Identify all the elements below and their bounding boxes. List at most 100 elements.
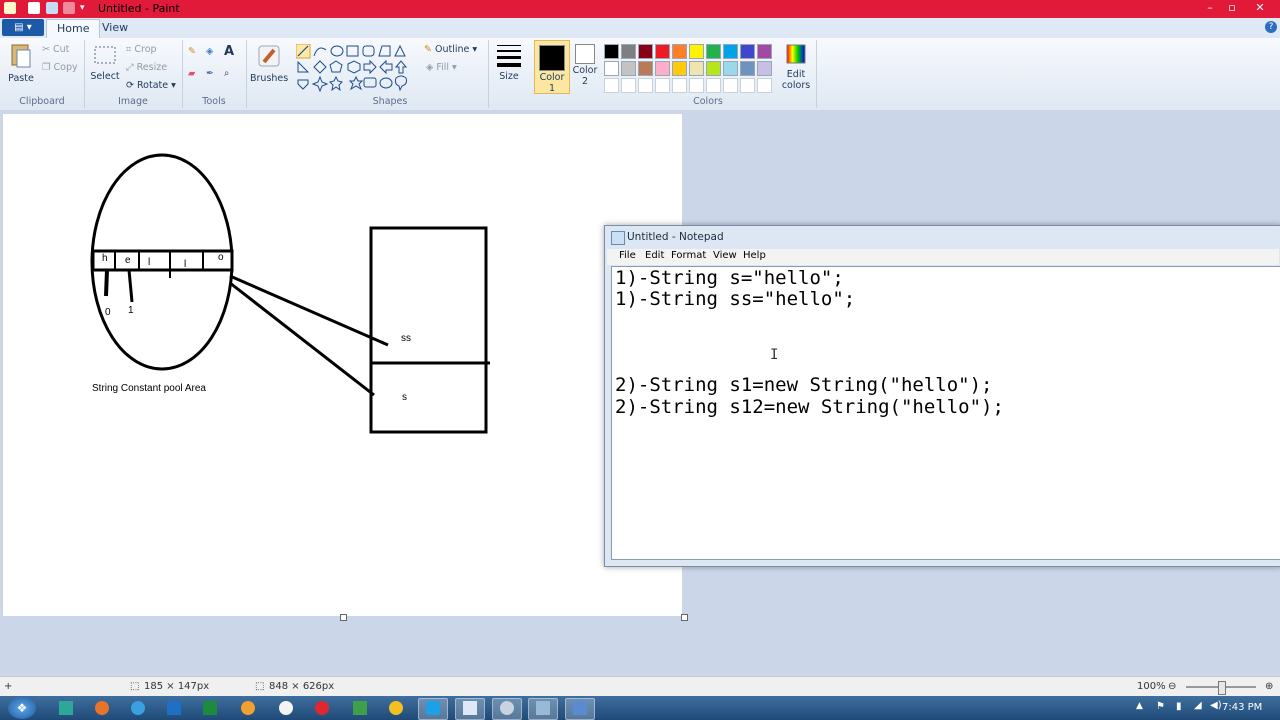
minimize-icon[interactable]: – [1200, 1, 1220, 15]
shapes-gallery[interactable] [296, 44, 416, 92]
app-circle-icon[interactable] [279, 701, 293, 715]
outlook-icon[interactable] [167, 701, 181, 715]
tray-expand-icon[interactable]: ▲ [1136, 701, 1143, 711]
color-swatch[interactable] [740, 61, 755, 76]
paint-app-icon[interactable] [4, 2, 16, 14]
color1-button[interactable]: Color 1 [534, 40, 570, 94]
color-swatch[interactable] [672, 44, 687, 59]
brushes-button[interactable]: Brushes [250, 42, 288, 84]
canvas-resize-handle-corner[interactable] [681, 614, 688, 621]
cut-button[interactable]: ✂ Cut [42, 44, 69, 55]
color-swatch[interactable] [621, 61, 636, 76]
tray-flag-icon[interactable]: ⚑ [1156, 701, 1165, 712]
start-button[interactable]: ❖ [8, 697, 36, 719]
taskbar-app-3-icon[interactable] [536, 701, 550, 715]
chevron-down-icon[interactable]: ▾ [80, 3, 92, 15]
canvas-resize-handle-bottom[interactable] [340, 614, 347, 621]
color-swatch[interactable] [638, 44, 653, 59]
zoom-in-icon[interactable]: ⊕ [1265, 681, 1273, 692]
close-icon[interactable]: ✕ [1250, 1, 1270, 15]
ribbon-tabs: ▤ ▾ Home View ? [0, 18, 1280, 39]
color2-number: 2 [581, 76, 589, 87]
tab-view[interactable]: View [92, 19, 138, 37]
help-icon[interactable]: ? [1265, 21, 1277, 33]
color-swatch[interactable] [757, 44, 772, 59]
custom-color-slot[interactable] [706, 78, 721, 93]
menu-edit[interactable]: Edit [645, 250, 664, 261]
paint-taskbar-icon[interactable] [573, 701, 587, 715]
menu-view[interactable]: View [713, 250, 737, 261]
firefox-icon[interactable] [95, 701, 109, 715]
drawing-canvas[interactable]: h e l l o 0 1 String Constant pool Area … [3, 114, 682, 616]
color-swatch[interactable] [723, 61, 738, 76]
edit-colors-button[interactable]: Edit colors [778, 42, 814, 91]
zoom-slider-track[interactable] [1186, 681, 1256, 695]
color-swatch[interactable] [655, 44, 670, 59]
outline-dropdown[interactable]: ✎ Outline ▾ [424, 44, 477, 55]
copy-button[interactable]: ❐ Copy [42, 62, 78, 73]
taskbar-app-2-icon[interactable] [353, 701, 367, 715]
color-picker-icon[interactable]: ✒ [206, 68, 214, 79]
size-button[interactable]: Size [492, 42, 526, 82]
custom-color-slot[interactable] [621, 78, 636, 93]
color-swatch[interactable] [604, 61, 619, 76]
volume-icon[interactable]: ◀) [1210, 700, 1222, 711]
magnifier-icon[interactable]: ⌕ [224, 68, 229, 79]
save-icon[interactable] [28, 2, 40, 14]
excel-icon[interactable] [203, 701, 217, 715]
menu-help[interactable]: Help [743, 250, 766, 261]
custom-color-slot[interactable] [655, 78, 670, 93]
color-swatch[interactable] [723, 44, 738, 59]
pencil-icon[interactable]: ✎ [188, 46, 196, 57]
zoom-level: 100% [1137, 681, 1166, 692]
color2-button[interactable]: Color 2 [570, 44, 600, 87]
menu-format[interactable]: Format [671, 250, 706, 261]
custom-color-slot[interactable] [740, 78, 755, 93]
color-swatch[interactable] [757, 61, 772, 76]
skype-icon[interactable] [426, 701, 440, 715]
taskbar-app-1-icon[interactable] [59, 701, 73, 715]
chrome-icon[interactable] [389, 701, 403, 715]
file-menu-button[interactable]: ▤ ▾ [2, 19, 44, 36]
notepad-taskbar-icon[interactable] [463, 701, 477, 715]
notepad-text-area[interactable]: 1)-String s="hello"; 1)-String ss="hello… [611, 266, 1280, 560]
redo-icon[interactable] [63, 2, 75, 14]
opera-icon[interactable] [315, 701, 329, 715]
undo-icon[interactable] [46, 2, 58, 14]
clock[interactable]: 7:43 PM [1222, 702, 1262, 713]
crop-button[interactable]: ⌗ Crop [126, 44, 157, 55]
resize-button[interactable]: ⤢ Resize [126, 62, 167, 73]
color-swatch[interactable] [740, 44, 755, 59]
custom-color-slot[interactable] [757, 78, 772, 93]
color-swatch[interactable] [655, 61, 670, 76]
color-swatch[interactable] [689, 61, 704, 76]
custom-color-slot[interactable] [723, 78, 738, 93]
eraser-icon[interactable]: ▰ [188, 68, 195, 79]
color-swatch[interactable] [672, 61, 687, 76]
rotate-button[interactable]: ⟳ Rotate ▾ [126, 80, 176, 91]
paste-button[interactable]: Paste [6, 42, 36, 84]
custom-color-slot[interactable] [689, 78, 704, 93]
zoom-slider-thumb[interactable] [1218, 681, 1226, 695]
ie-icon[interactable] [131, 701, 145, 715]
text-tool-icon[interactable]: A [224, 44, 234, 59]
color-swatch[interactable] [604, 44, 619, 59]
fill-dropdown[interactable]: ◈ Fill ▾ [426, 62, 457, 73]
settings-icon[interactable] [500, 701, 514, 715]
select-button[interactable]: Select [90, 44, 120, 82]
custom-color-slot[interactable] [638, 78, 653, 93]
battery-icon[interactable]: ▮ [1176, 701, 1182, 712]
maximize-icon[interactable]: ▫ [1222, 1, 1242, 15]
custom-color-slot[interactable] [672, 78, 687, 93]
color-swatch[interactable] [706, 61, 721, 76]
fill-bucket-icon[interactable]: ◈ [206, 46, 213, 57]
network-icon[interactable]: ◢ [1194, 700, 1202, 711]
media-player-icon[interactable] [241, 701, 255, 715]
color-swatch[interactable] [638, 61, 653, 76]
color-swatch[interactable] [621, 44, 636, 59]
menu-file[interactable]: File [619, 250, 636, 261]
color-swatch[interactable] [706, 44, 721, 59]
color-swatch[interactable] [689, 44, 704, 59]
zoom-out-icon[interactable]: ⊖ [1168, 681, 1176, 692]
custom-color-slot[interactable] [604, 78, 619, 93]
